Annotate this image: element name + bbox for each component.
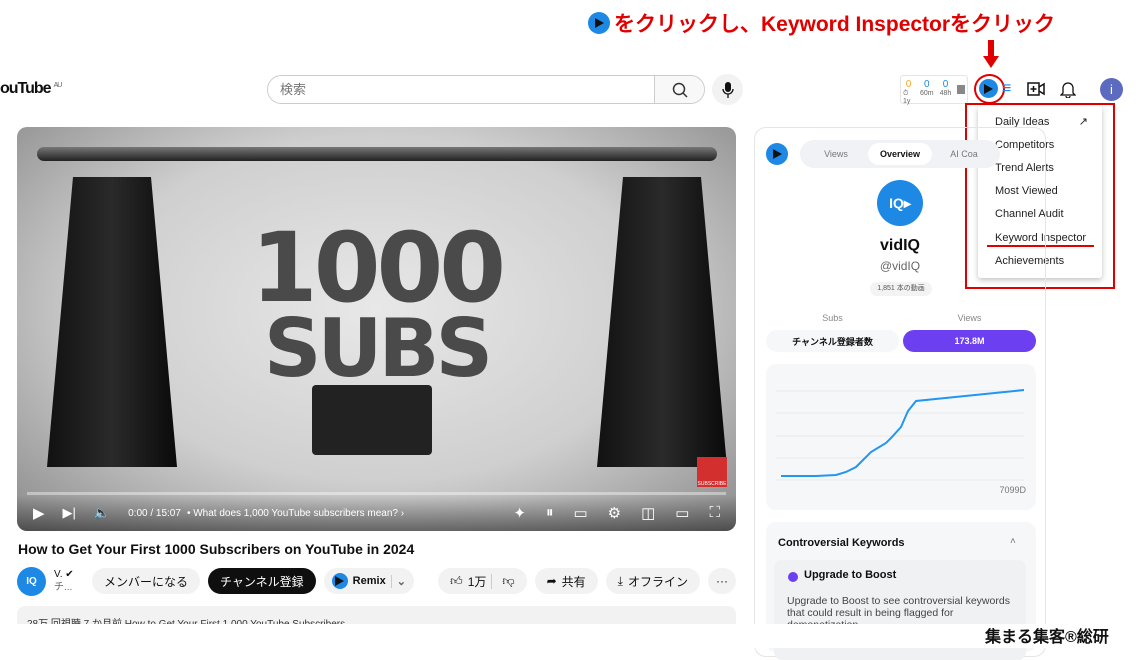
growth-chart-svg [776, 389, 1025, 481]
video-overlay-text: SUBS [263, 302, 493, 395]
menu-label: Daily Ideas [995, 115, 1050, 128]
channel-action-row: IQ V. ✔ チ... メンバーになる チャンネル登録 Remix ⌄ 👍︎ 1万 👎… [17, 566, 736, 596]
share-icon: ➦ [546, 574, 557, 588]
chevron-down-icon[interactable]: ⌄ [390, 574, 406, 588]
volume-icon[interactable]: 🔈 [94, 505, 110, 521]
views-toggle[interactable]: 173.8M [903, 330, 1036, 352]
more-actions-button[interactable]: ··· [708, 568, 736, 594]
stat-value: 0 [924, 79, 930, 90]
chart-icon [957, 85, 965, 94]
remix-button[interactable]: Remix ⌄ [323, 568, 414, 594]
like-button[interactable]: 👍︎ 1万 👎︎ [438, 568, 527, 594]
sidebar-tabs: Views Overview AI Coa [800, 140, 1000, 168]
settings-gear-icon[interactable]: ⚙ [608, 504, 621, 522]
stat-60m: 0 60m [920, 79, 934, 100]
download-button[interactable]: ⤓ オフライン [605, 568, 700, 594]
play-icon[interactable]: ▶ [33, 504, 45, 522]
growth-line [781, 389, 1025, 477]
vidiq-stats-widget[interactable]: 0 ⏱1y 0 60m 0 48h [900, 75, 968, 105]
player-controls: ▶ ▶| 🔈 0:00 / 15:07 • What does 1,000 Yo… [17, 495, 736, 531]
channel-subs: チ... [54, 582, 73, 593]
instruction-annotation: をクリックし、Keyword Inspectorをクリック [588, 8, 1055, 38]
video-player[interactable]: 1000 SUBS SUBSCRIBE ▶ ▶| 🔈 0:00 / 15:07 … [17, 127, 736, 531]
search-input[interactable] [268, 76, 654, 103]
stat-1y: 0 ⏱1y [903, 79, 914, 105]
time-display: 0:00 / 15:07 [128, 507, 181, 519]
annotation-text: をクリックし、Keyword Inspectorをクリック [614, 13, 1056, 36]
camera-screen [312, 385, 432, 455]
card-title: Controversial Keywords [778, 537, 905, 549]
stat-label: ⏱1y [903, 90, 911, 105]
thumbs-up-icon: 👍︎ [450, 573, 463, 588]
share-button[interactable]: ➦ 共有 [534, 568, 598, 594]
curtain-rod [37, 147, 717, 161]
channel-logo: IQ▸ [877, 180, 923, 226]
autoplay-toggle[interactable]: ⏸ [546, 504, 554, 522]
stat-label: 60m [920, 90, 934, 97]
logo-text: ouTube [0, 80, 52, 97]
notifications-bell-icon[interactable] [1060, 80, 1076, 98]
like-count: 1万 [467, 574, 487, 589]
video-count-badge: 1,851 本の動画 [870, 282, 932, 296]
channel-name[interactable]: V. ✔ [54, 568, 84, 581]
user-avatar[interactable]: i [1100, 78, 1123, 101]
arrow-down-icon [983, 56, 999, 68]
sidebar-channel-handle: @vidIQ [879, 259, 921, 273]
subs-toggle[interactable]: チャンネル登録者数 [766, 330, 899, 352]
vidiq-icon [331, 573, 348, 589]
watermark-brand: 集まる集客®総研 [985, 629, 1109, 646]
channel-info: V. ✔ チ... [54, 568, 84, 594]
vidiq-icon [588, 12, 610, 34]
stat-label: 48h [939, 90, 952, 97]
highlight-circle [974, 74, 1005, 104]
tab-views[interactable]: Views [804, 149, 868, 159]
join-button[interactable]: メンバーになる [92, 568, 201, 594]
voice-search-button[interactable] [712, 74, 743, 105]
chapter-title[interactable]: • What does 1,000 YouTube subscribers me… [187, 508, 404, 519]
share-label: 共有 [561, 574, 586, 589]
footer-strip [0, 624, 1147, 648]
stat-value: 0 [942, 79, 949, 90]
chart-range-label: 7099D [999, 485, 1026, 495]
growth-chart: 7099D [766, 364, 1036, 510]
tab-ai-coach[interactable]: AI Coa [932, 149, 996, 159]
youtube-logo[interactable]: ouTube AU [0, 80, 63, 98]
vidiq-logo-icon [766, 143, 788, 165]
create-video-icon[interactable] [1026, 80, 1046, 98]
menu-icon[interactable]: ≡ [1002, 80, 1011, 98]
sparkle-icon[interactable]: ✦ [513, 504, 526, 522]
boost-icon [788, 572, 798, 582]
chevron-up-icon[interactable]: ˄ [1010, 536, 1016, 547]
stat-value: 0 [905, 79, 912, 90]
sidebar-channel-name: vidIQ [879, 237, 920, 254]
region-label: AU [53, 81, 63, 89]
tab-overview[interactable]: Overview [868, 143, 932, 165]
theater-mode-icon[interactable]: ▭ [675, 504, 689, 522]
upgrade-title: Upgrade to Boost [804, 569, 897, 581]
download-label: オフライン [627, 574, 688, 589]
remix-label: Remix [352, 575, 386, 587]
video-title: How to Get Your First 1000 Subscribers o… [18, 541, 415, 557]
subtitles-icon[interactable]: ▭ [573, 504, 587, 522]
subscribe-button[interactable]: チャンネル登録 [208, 568, 316, 594]
search-button[interactable] [654, 76, 704, 103]
search-icon [672, 82, 688, 98]
fullscreen-icon[interactable]: ⛶ [709, 504, 720, 522]
next-icon[interactable]: ▶| [63, 505, 76, 521]
download-icon: ⤓ [617, 573, 623, 588]
channel-avatar[interactable]: IQ [17, 566, 46, 596]
stat-48h: 0 48h [940, 79, 952, 100]
views-label: Views [957, 313, 982, 323]
miniplayer-icon[interactable]: ◫ [641, 504, 655, 522]
external-link-icon: ↗ [1078, 116, 1088, 129]
subs-label: Subs [822, 313, 843, 323]
subscribe-badge: SUBSCRIBE [697, 457, 727, 487]
thumbs-down-icon[interactable]: 👎︎ [491, 573, 515, 589]
engagement-actions: 👍︎ 1万 👎︎ ➦ 共有 ⤓ オフライン ··· [438, 568, 736, 594]
microphone-icon [721, 81, 734, 98]
search-bar [267, 75, 705, 104]
